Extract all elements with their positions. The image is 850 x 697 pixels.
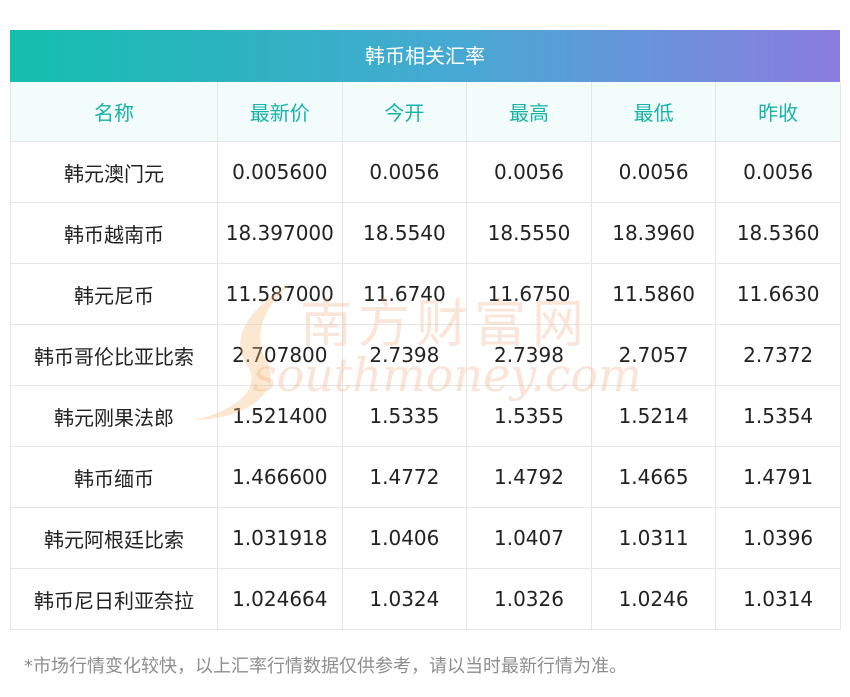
footnote: *市场行情变化较快，以上汇率行情数据仅供参考，请以当时最新行情为准。 [24, 656, 627, 677]
cell-low: 2.7057 [590, 324, 717, 386]
cell-open: 18.5540 [341, 202, 468, 264]
cell-low: 18.3960 [590, 202, 717, 264]
table-row: 韩币尼日利亚奈拉 1.024664 1.0324 1.0326 1.0246 1… [10, 568, 841, 630]
rate-table: 名称 最新价 今开 最高 最低 昨收 韩元澳门元 0.005600 0.0056… [10, 82, 841, 630]
cell-latest: 11.587000 [217, 263, 343, 325]
cell-open: 1.0406 [341, 507, 468, 569]
cell-high: 1.0326 [466, 568, 592, 630]
cell-prev-close: 1.0396 [715, 507, 841, 569]
cell-prev-close: 0.0056 [715, 141, 841, 203]
table-row: 韩元阿根廷比索 1.031918 1.0406 1.0407 1.0311 1.… [10, 507, 841, 569]
cell-name: 韩币越南币 [10, 202, 218, 264]
cell-low: 1.0246 [590, 568, 717, 630]
header-latest: 最新价 [217, 82, 343, 142]
cell-low: 0.0056 [590, 141, 717, 203]
cell-high: 1.5355 [466, 385, 592, 447]
cell-high: 1.4792 [466, 446, 592, 508]
cell-low: 1.5214 [590, 385, 717, 447]
table-row: 韩币越南币 18.397000 18.5540 18.5550 18.3960 … [10, 202, 841, 264]
cell-high: 18.5550 [466, 202, 592, 264]
cell-name: 韩元澳门元 [10, 141, 218, 203]
cell-prev-close: 1.4791 [715, 446, 841, 508]
cell-prev-close: 2.7372 [715, 324, 841, 386]
table-row: 韩元澳门元 0.005600 0.0056 0.0056 0.0056 0.00… [10, 141, 841, 203]
cell-open: 1.4772 [341, 446, 468, 508]
cell-latest: 0.005600 [217, 141, 343, 203]
cell-low: 11.5860 [590, 263, 717, 325]
cell-high: 0.0056 [466, 141, 592, 203]
cell-prev-close: 1.0314 [715, 568, 841, 630]
cell-name: 韩币哥伦比亚比索 [10, 324, 218, 386]
cell-high: 1.0407 [466, 507, 592, 569]
table-row: 韩元尼币 11.587000 11.6740 11.6750 11.5860 1… [10, 263, 841, 325]
header-open: 今开 [341, 82, 468, 142]
cell-latest: 1.466600 [217, 446, 343, 508]
header-low: 最低 [590, 82, 717, 142]
table-row: 韩币哥伦比亚比索 2.707800 2.7398 2.7398 2.7057 2… [10, 324, 841, 386]
cell-name: 韩元阿根廷比索 [10, 507, 218, 569]
cell-name: 韩元刚果法郎 [10, 385, 218, 447]
cell-prev-close: 18.5360 [715, 202, 841, 264]
cell-latest: 1.024664 [217, 568, 343, 630]
cell-name: 韩币尼日利亚奈拉 [10, 568, 218, 630]
cell-high: 11.6750 [466, 263, 592, 325]
cell-open: 1.5335 [341, 385, 468, 447]
cell-high: 2.7398 [466, 324, 592, 386]
cell-latest: 1.031918 [217, 507, 343, 569]
header-prev-close: 昨收 [715, 82, 841, 142]
cell-prev-close: 1.5354 [715, 385, 841, 447]
table-row: 韩币缅币 1.466600 1.4772 1.4792 1.4665 1.479… [10, 446, 841, 508]
cell-prev-close: 11.6630 [715, 263, 841, 325]
table-title: 韩币相关汇率 [10, 30, 840, 82]
cell-name: 韩元尼币 [10, 263, 218, 325]
rate-card: 韩币相关汇率 名称 最新价 今开 最高 最低 昨收 韩元澳门元 0.005600… [10, 30, 841, 630]
cell-open: 1.0324 [341, 568, 468, 630]
table-row: 韩元刚果法郎 1.521400 1.5335 1.5355 1.5214 1.5… [10, 385, 841, 447]
cell-name: 韩币缅币 [10, 446, 218, 508]
cell-open: 2.7398 [341, 324, 468, 386]
cell-latest: 1.521400 [217, 385, 343, 447]
header-high: 最高 [466, 82, 592, 142]
cell-latest: 18.397000 [217, 202, 343, 264]
cell-low: 1.0311 [590, 507, 717, 569]
cell-latest: 2.707800 [217, 324, 343, 386]
header-row: 名称 最新价 今开 最高 最低 昨收 [10, 82, 841, 142]
cell-open: 11.6740 [341, 263, 468, 325]
cell-open: 0.0056 [341, 141, 468, 203]
cell-low: 1.4665 [590, 446, 717, 508]
header-name: 名称 [10, 82, 218, 142]
